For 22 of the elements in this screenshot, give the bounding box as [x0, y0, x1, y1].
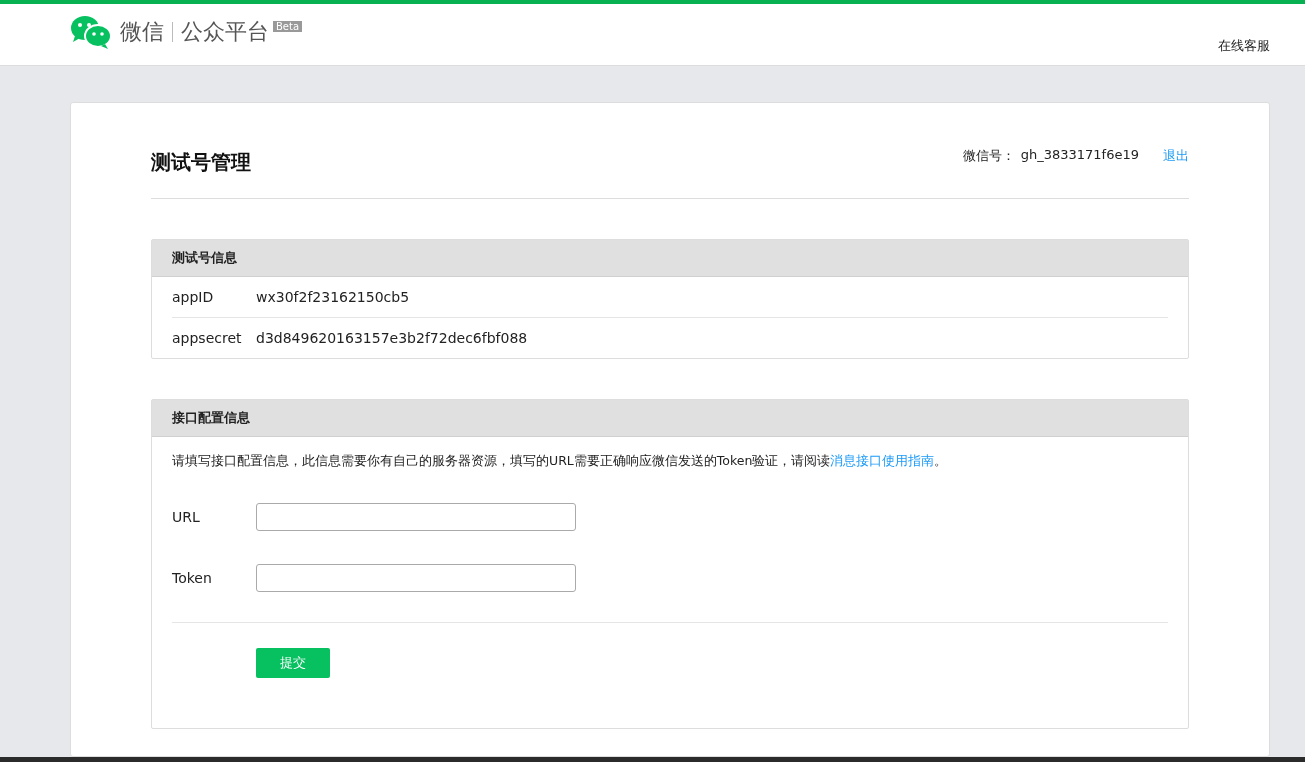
input-field[interactable] [256, 502, 576, 531]
logout-link[interactable]: 退出 [1163, 147, 1189, 165]
guide-link[interactable]: 消息接口使用指南 [830, 453, 935, 468]
submit-button[interactable]: 提交 [256, 648, 330, 678]
account-label: 微信号： [962, 147, 1015, 165]
panel-header: 接口配置信息 [152, 400, 1188, 437]
field-label: appID [172, 289, 215, 305]
field-value: d3d849620163157e3b2f72dec6fbf088 [256, 330, 528, 346]
field-value: wx30f2f23162150cb5 [256, 289, 410, 305]
panel-header: 测试号信息 [152, 240, 1188, 277]
chat-bubbles-icon [70, 15, 112, 49]
input-label: URL [172, 508, 201, 525]
account-id: gh_3833171f6e19 [1020, 147, 1139, 164]
online-support-link[interactable]: 在线客服 [1218, 37, 1270, 55]
input-label: Token [172, 569, 213, 586]
input-field[interactable] [256, 563, 576, 592]
description-text: 请填写接口配置信息，此信息需要你有自己的服务器资源，填写的URL需要正确响应微信发送的Token验证，请阅读消息接口使用指南。 [172, 453, 949, 470]
product-name: 公众平台 [181, 18, 269, 46]
brand-name: 微信 [120, 18, 164, 46]
page-title: 测试号管理 [151, 149, 251, 176]
beta-badge: Beta [273, 21, 303, 32]
field-label: appsecret [172, 330, 243, 346]
